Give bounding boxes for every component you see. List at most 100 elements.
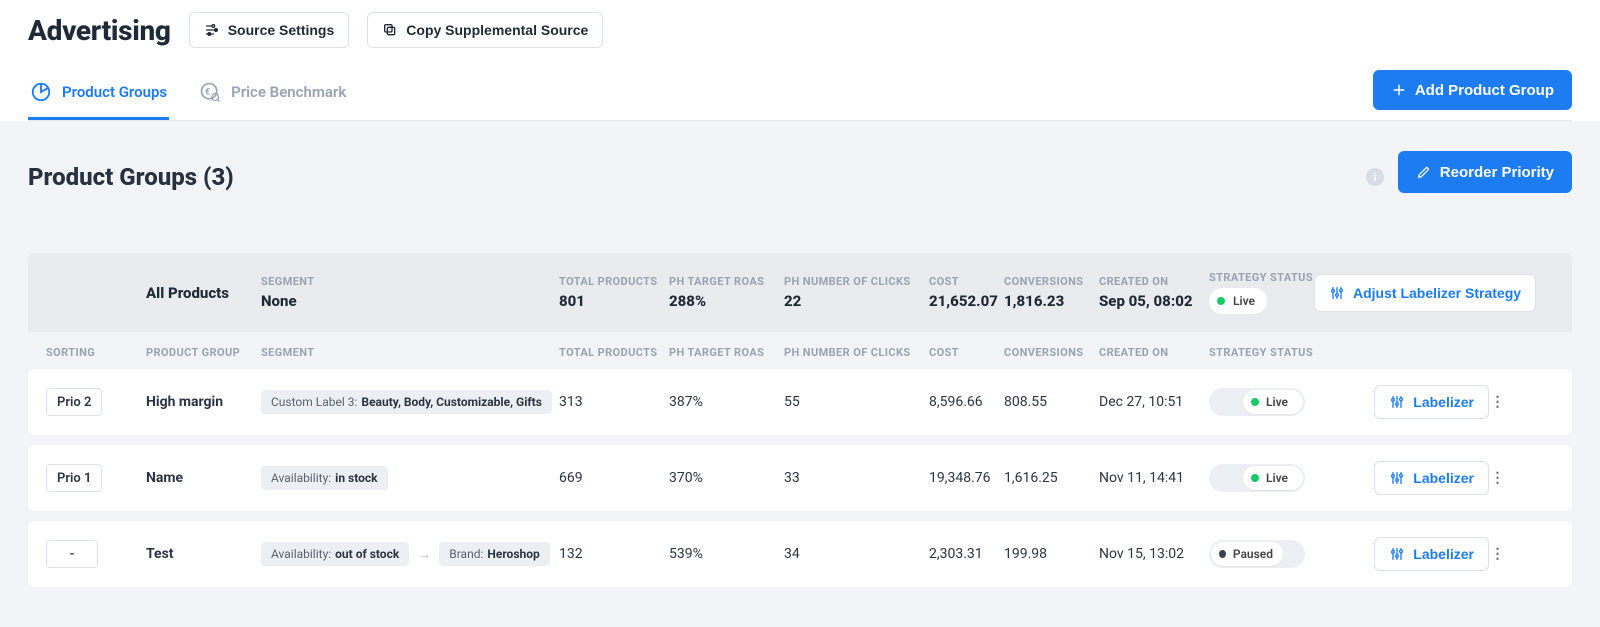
more-menu-icon[interactable]: ⋮ <box>1489 470 1507 486</box>
segment-chip[interactable]: Availability: in stock <box>261 466 388 490</box>
segment-cell: Availability: in stock <box>261 466 559 490</box>
all-products-label: All Products <box>146 284 261 302</box>
cell-created: Dec 27, 10:51 <box>1099 394 1209 410</box>
col-segment: SEGMENT <box>261 346 559 359</box>
col-created: CREATED ON <box>1099 346 1209 359</box>
product-group-name[interactable]: Name <box>146 470 261 486</box>
tab-product-groups-label: Product Groups <box>62 83 167 101</box>
segment-cell: Custom Label 3: Beauty, Body, Customizab… <box>261 390 559 414</box>
page-title: Advertising <box>28 14 171 47</box>
cell-clicks: 34 <box>784 546 929 562</box>
status-value: Live <box>1233 294 1255 308</box>
adjust-labelizer-label: Adjust Labelizer Strategy <box>1353 285 1521 301</box>
table-header: SORTING PRODUCT GROUP SEGMENT TOTAL PROD… <box>28 346 1572 359</box>
labelizer-label: Labelizer <box>1413 394 1474 410</box>
status-dot-icon <box>1251 474 1259 482</box>
status-dot-icon <box>1251 398 1259 406</box>
info-icon[interactable]: i <box>1366 168 1384 186</box>
clicks-label: PH NUMBER OF CLICKS <box>784 275 929 288</box>
cell-created: Nov 11, 14:41 <box>1099 470 1209 486</box>
created-value: Sep 05, 08:02 <box>1099 292 1193 310</box>
status-badge: Live <box>1209 288 1267 314</box>
more-menu-icon[interactable]: ⋮ <box>1489 546 1507 562</box>
cell-cost: 2,303.31 <box>929 546 1004 562</box>
segment-chip[interactable]: Custom Label 3: Beauty, Body, Customizab… <box>261 390 552 414</box>
plus-icon <box>1391 82 1407 98</box>
product-group-name[interactable]: High margin <box>146 394 261 410</box>
segment-chip[interactable]: Availability: out of stock <box>261 542 409 566</box>
section-title: Product Groups (3) <box>28 163 234 191</box>
cell-target-roas: 370% <box>669 470 784 486</box>
target-roas-value: 288% <box>669 292 706 310</box>
euro-search-icon <box>199 81 221 103</box>
cell-conversions: 1,616.25 <box>1004 470 1099 486</box>
copy-supplemental-label: Copy Supplemental Source <box>406 22 588 38</box>
more-menu-icon[interactable]: ⋮ <box>1489 394 1507 410</box>
status-toggle[interactable]: Live <box>1209 388 1305 416</box>
conversions-value: 1,816.23 <box>1004 292 1064 310</box>
priority-chip[interactable]: - <box>46 540 98 568</box>
pie-chart-icon <box>30 81 52 103</box>
total-products-value: 801 <box>559 292 585 310</box>
add-product-group-button[interactable]: Add Product Group <box>1373 70 1572 110</box>
reorder-priority-button[interactable]: Reorder Priority <box>1398 151 1572 193</box>
cell-cost: 19,348.76 <box>929 470 1004 486</box>
cost-value: 21,652.07 <box>929 292 998 310</box>
cost-label: COST <box>929 275 1004 288</box>
table-row: Prio 2 High marginCustom Label 3: Beauty,… <box>28 369 1572 435</box>
priority-chip[interactable]: Prio 1 <box>46 464 102 492</box>
priority-chip[interactable]: Prio 2 <box>46 388 102 416</box>
add-product-group-label: Add Product Group <box>1415 82 1554 99</box>
cell-target-roas: 387% <box>669 394 784 410</box>
table-row: - TestAvailability: out of stock→Brand: H… <box>28 521 1572 587</box>
product-group-name[interactable]: Test <box>146 546 261 562</box>
col-sorting: SORTING <box>46 346 146 359</box>
adjust-labelizer-button[interactable]: Adjust Labelizer Strategy <box>1314 274 1536 312</box>
source-settings-button[interactable]: Source Settings <box>189 12 350 48</box>
cell-total-products: 669 <box>559 470 669 486</box>
segment-label: SEGMENT <box>261 275 559 288</box>
col-cost: COST <box>929 346 1004 359</box>
status-toggle[interactable]: Paused <box>1209 540 1305 568</box>
cell-target-roas: 539% <box>669 546 784 562</box>
segment-chip[interactable]: Brand: Heroshop <box>439 542 550 566</box>
reorder-priority-label: Reorder Priority <box>1440 164 1554 181</box>
status-text: Live <box>1266 471 1288 485</box>
table-row: Prio 1NameAvailability: in stock669370%3… <box>28 445 1572 511</box>
tab-product-groups[interactable]: Product Groups <box>28 71 169 120</box>
total-products-label: TOTAL PRODUCTS <box>559 275 669 288</box>
labelizer-label: Labelizer <box>1413 470 1474 486</box>
target-roas-label: PH TARGET ROAS <box>669 275 784 288</box>
sliders-icon <box>204 22 220 38</box>
col-clicks: PH NUMBER OF CLICKS <box>784 346 929 359</box>
cell-clicks: 55 <box>784 394 929 410</box>
clicks-value: 22 <box>784 292 801 310</box>
source-settings-label: Source Settings <box>228 22 335 38</box>
cell-total-products: 132 <box>559 546 669 562</box>
status-dot-icon <box>1217 297 1225 305</box>
cell-total-products: 313 <box>559 394 669 410</box>
copy-supplemental-button[interactable]: Copy Supplemental Source <box>367 12 603 48</box>
labelizer-button[interactable]: Labelizer <box>1374 385 1489 419</box>
sliders-vertical-icon <box>1389 470 1405 486</box>
cell-conversions: 808.55 <box>1004 394 1099 410</box>
conversions-label: CONVERSIONS <box>1004 275 1099 288</box>
status-text: Live <box>1266 395 1288 409</box>
col-status: STRATEGY STATUS <box>1209 346 1314 359</box>
status-toggle[interactable]: Live <box>1209 464 1305 492</box>
segment-value: None <box>261 292 297 310</box>
pencil-icon <box>1416 164 1432 180</box>
cell-cost: 8,596.66 <box>929 394 1004 410</box>
status-text: Paused <box>1233 547 1273 561</box>
copy-icon <box>382 22 398 38</box>
status-label: STRATEGY STATUS <box>1209 271 1314 284</box>
col-conversions: CONVERSIONS <box>1004 346 1099 359</box>
cell-conversions: 199.98 <box>1004 546 1099 562</box>
labelizer-button[interactable]: Labelizer <box>1374 461 1489 495</box>
status-dot-icon <box>1219 550 1226 558</box>
created-label: CREATED ON <box>1099 275 1209 288</box>
tab-price-benchmark[interactable]: Price Benchmark <box>197 71 348 120</box>
labelizer-button[interactable]: Labelizer <box>1374 537 1489 571</box>
labelizer-label: Labelizer <box>1413 546 1474 562</box>
segment-cell: Availability: out of stock→Brand: Herosh… <box>261 542 559 566</box>
